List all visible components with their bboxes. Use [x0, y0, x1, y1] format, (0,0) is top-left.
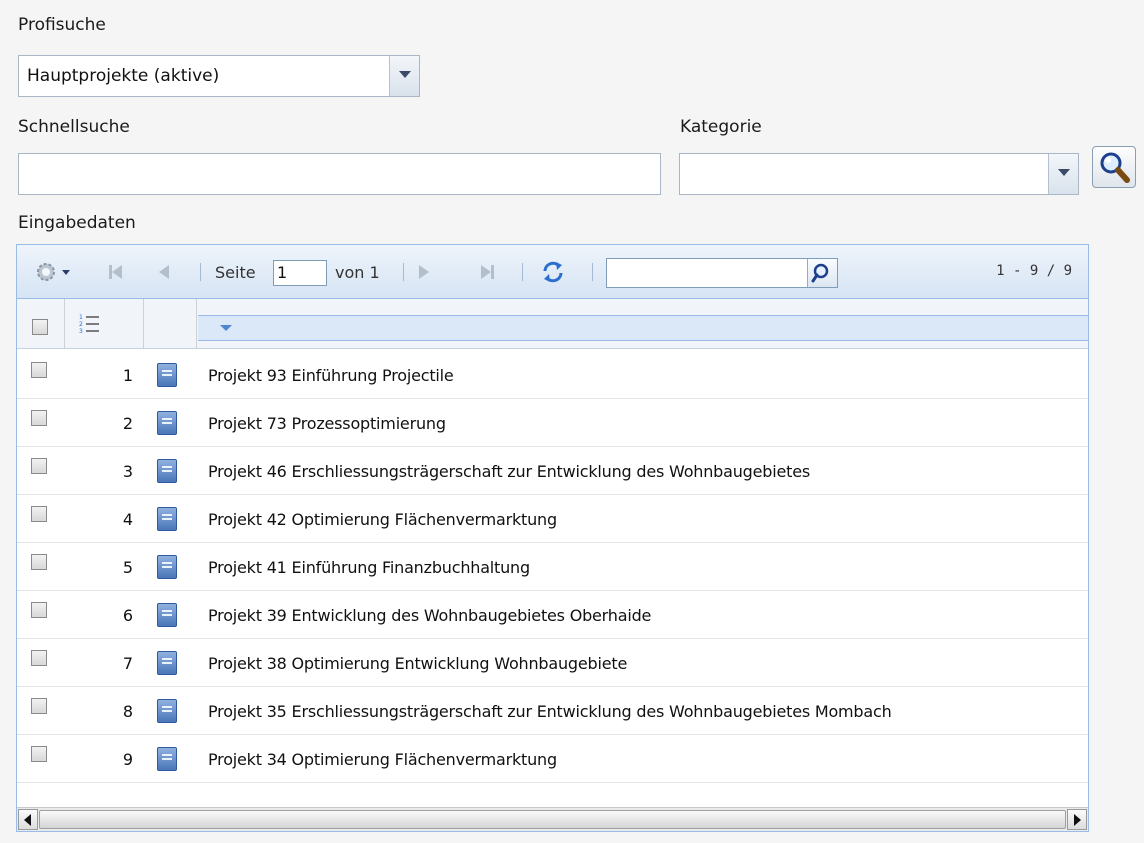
row-number: 8 [122, 702, 133, 721]
row-number: 4 [122, 510, 133, 529]
row-checkbox[interactable] [31, 458, 47, 474]
table-row[interactable]: 3 Projekt 46 Erschliessungsträgerschaft z… [17, 447, 1088, 495]
header-row-number[interactable]: 1 2 3 [65, 299, 144, 349]
table-row[interactable]: 2 Projekt 73 Prozessoptimierung [17, 399, 1088, 447]
scroll-thumb[interactable] [39, 810, 1066, 829]
row-number: 1 [122, 366, 133, 385]
first-page-icon[interactable] [109, 265, 122, 279]
table-row[interactable]: 5 Projekt 41 Einführung Finanzbuchhaltung [17, 543, 1088, 591]
last-page-icon[interactable] [481, 265, 494, 279]
grid-search-button[interactable] [807, 259, 837, 287]
project-book-icon [157, 603, 177, 627]
search-button[interactable] [1092, 146, 1136, 188]
row-checkbox[interactable] [31, 410, 47, 426]
row-number: 2 [122, 414, 133, 433]
page-label: Seite [215, 263, 256, 282]
project-book-icon [157, 411, 177, 435]
row-checkbox[interactable] [31, 746, 47, 762]
project-book-icon [157, 747, 177, 771]
row-title[interactable]: Projekt 41 Einführung Finanzbuchhaltung [208, 558, 530, 577]
prev-page-icon[interactable] [159, 265, 169, 279]
scroll-right-button[interactable] [1067, 809, 1087, 830]
search-icon [811, 263, 829, 283]
kategorie-select[interactable] [679, 153, 1079, 195]
row-checkbox[interactable] [31, 554, 47, 570]
profisuche-select[interactable]: Hauptprojekte (aktive) [18, 55, 420, 97]
scroll-left-button[interactable] [18, 809, 38, 830]
row-number: 7 [122, 654, 133, 673]
profisuche-label: Profisuche [18, 15, 106, 35]
sort-dropdown-icon[interactable] [220, 325, 232, 331]
row-checkbox[interactable] [31, 362, 47, 378]
toolbar-separator [592, 263, 593, 281]
next-page-icon[interactable] [419, 265, 429, 279]
header-select-all[interactable] [17, 299, 65, 349]
row-number: 9 [122, 750, 133, 769]
project-book-icon [157, 507, 177, 531]
data-grid: Seite 1 von 1 1 - 9 / 9 1 2 3 1 Projekt … [16, 244, 1089, 832]
project-book-icon [157, 459, 177, 483]
row-title[interactable]: Projekt 38 Optimierung Entwicklung Wohnb… [208, 654, 627, 673]
schnellsuche-label: Schnellsuche [18, 117, 130, 137]
chevron-down-icon[interactable] [389, 56, 419, 96]
table-row[interactable]: 1 Projekt 93 Einführung Projectile [17, 351, 1088, 399]
row-title[interactable]: Projekt 39 Entwicklung des Wohnbaugebiet… [208, 606, 651, 625]
row-checkbox[interactable] [31, 698, 47, 714]
chevron-down-icon[interactable] [1048, 154, 1078, 194]
project-book-icon [157, 651, 177, 675]
row-title[interactable]: Projekt 46 Erschliessungsträgerschaft zu… [208, 462, 810, 481]
numbered-list-icon: 1 2 3 [79, 314, 99, 335]
row-title[interactable]: Projekt 93 Einführung Projectile [208, 366, 454, 385]
row-number: 5 [122, 558, 133, 577]
row-title[interactable]: Projekt 35 Erschliessungsträgerschaft zu… [208, 702, 892, 721]
toolbar-separator [403, 263, 404, 281]
row-number: 6 [122, 606, 133, 625]
header-title-column[interactable] [198, 315, 1088, 341]
row-number: 3 [122, 462, 133, 481]
eingabedaten-label: Eingabedaten [18, 213, 136, 233]
horizontal-scrollbar[interactable] [17, 807, 1088, 831]
project-book-icon [157, 699, 177, 723]
select-all-checkbox[interactable] [32, 319, 48, 335]
row-title[interactable]: Projekt 73 Prozessoptimierung [208, 414, 446, 433]
grid-header: 1 2 3 [17, 299, 1088, 349]
grid-search-input[interactable] [606, 258, 838, 288]
profisuche-value: Hauptprojekte (aktive) [27, 66, 220, 86]
table-row[interactable]: 4 Projekt 42 Optimierung Flächenvermarktu… [17, 495, 1088, 543]
svg-text:2: 2 [79, 321, 83, 328]
page-input[interactable]: 1 [273, 260, 327, 286]
table-row[interactable]: 6 Projekt 39 Entwicklung des Wohnbaugebie… [17, 591, 1088, 639]
row-title[interactable]: Projekt 34 Optimierung Flächenvermarktun… [208, 750, 557, 769]
table-row[interactable]: 7 Projekt 38 Optimierung Entwicklung Wohn… [17, 639, 1088, 687]
table-row[interactable]: 9 Projekt 34 Optimierung Flächenvermarktu… [17, 735, 1088, 783]
refresh-icon[interactable] [540, 259, 566, 285]
magnifier-icon [1100, 152, 1130, 183]
header-type[interactable] [144, 299, 197, 349]
svg-text:1: 1 [79, 314, 83, 321]
toolbar-separator [522, 263, 523, 281]
row-checkbox[interactable] [31, 602, 47, 618]
toolbar-separator [200, 263, 201, 281]
record-count: 1 - 9 / 9 [996, 263, 1072, 279]
svg-text:3: 3 [79, 328, 83, 335]
grid-toolbar: Seite 1 von 1 1 - 9 / 9 [17, 245, 1088, 299]
gear-icon[interactable] [35, 260, 73, 284]
kategorie-label: Kategorie [680, 117, 762, 137]
row-checkbox[interactable] [31, 506, 47, 522]
row-checkbox[interactable] [31, 650, 47, 666]
project-book-icon [157, 363, 177, 387]
row-title[interactable]: Projekt 42 Optimierung Flächenvermarktun… [208, 510, 557, 529]
schnellsuche-input[interactable] [18, 153, 661, 195]
table-row[interactable]: 8 Projekt 35 Erschliessungsträgerschaft z… [17, 687, 1088, 735]
page-total-label: von 1 [335, 263, 380, 282]
project-book-icon [157, 555, 177, 579]
